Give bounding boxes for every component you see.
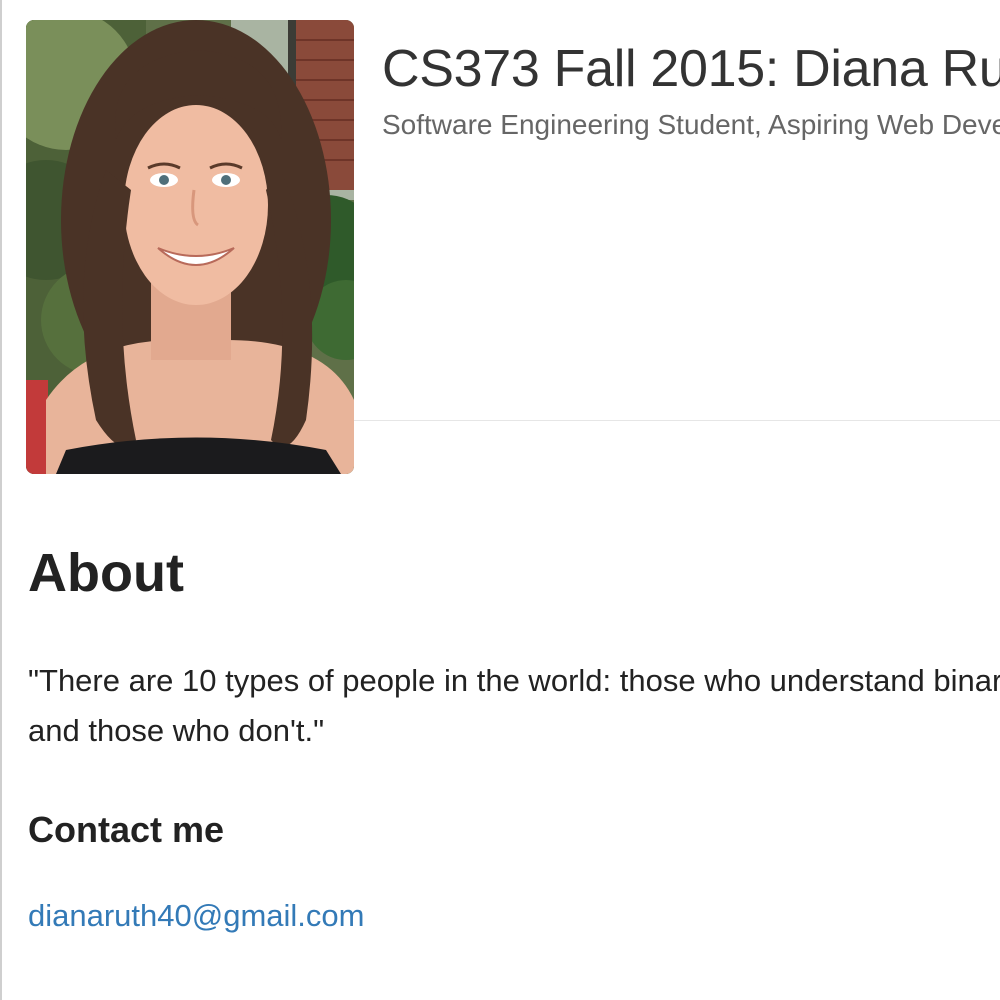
profile-photo-image [26,20,354,474]
page: CS373 Fall 2015: Diana Ruth Software Eng… [0,0,1000,1000]
contact-email-link[interactable]: dianaruth40@gmail.com [28,896,364,936]
header-divider [354,420,1000,421]
profile-photo [26,20,354,474]
about-quote: "There are 10 types of people in the wor… [28,663,1000,748]
about-heading: About [28,543,184,603]
page-subtitle: Software Engineering Student, Aspiring W… [382,109,1000,140]
page-title: CS373 Fall 2015: Diana Ruth [382,40,1000,98]
contact-heading: Contact me [28,809,225,850]
page-header: CS373 Fall 2015: Diana Ruth Software Eng… [382,38,1000,142]
